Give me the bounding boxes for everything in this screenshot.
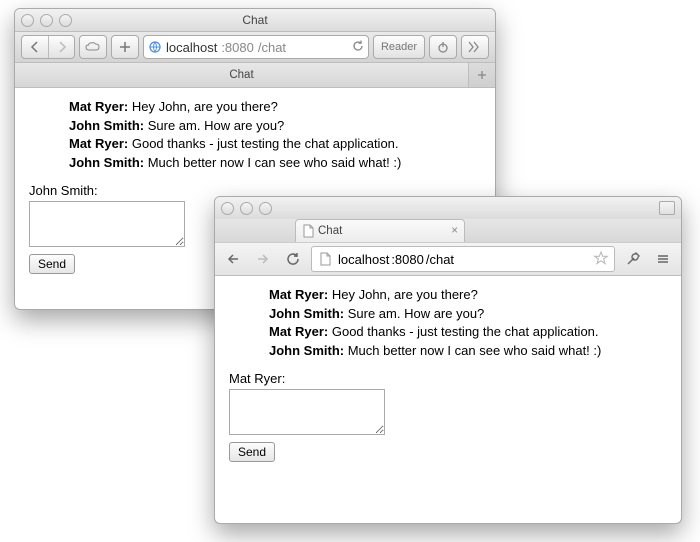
reload-button[interactable] xyxy=(281,247,305,271)
url-port: :8080 xyxy=(221,40,254,55)
message-text: Much better now I can see who said what!… xyxy=(344,343,601,358)
messages-list: Mat Ryer: Hey John, are you there? John … xyxy=(269,286,671,359)
traffic-lights xyxy=(21,14,72,27)
message-input[interactable] xyxy=(29,201,185,247)
message-item: Mat Ryer: Hey John, are you there? xyxy=(69,98,485,116)
message-text: Hey John, are you there? xyxy=(128,99,278,114)
message-text: Good thanks - just testing the chat appl… xyxy=(128,136,398,151)
composer-name: Mat Ryer: xyxy=(229,371,671,386)
chevrons-icon xyxy=(462,36,488,58)
file-icon xyxy=(318,252,332,266)
message-author: John Smith: xyxy=(69,118,144,133)
chrome-toolbar: localhost:8080/chat xyxy=(215,242,681,276)
message-item: John Smith: Much better now I can see wh… xyxy=(69,154,485,172)
safari-toolbar: localhost :8080/chat Reader xyxy=(15,32,495,63)
url-host: localhost xyxy=(338,252,389,267)
safari-tabbar: Chat xyxy=(15,63,495,88)
safari-tab-label: Chat xyxy=(229,69,253,81)
close-tab-icon[interactable]: × xyxy=(443,225,458,237)
url-field[interactable]: localhost:8080/chat xyxy=(311,246,615,272)
new-tab-button[interactable] xyxy=(469,63,495,87)
message-author: John Smith: xyxy=(269,306,344,321)
chrome-window: Chat × localhost:8080/chat Mat Ryer: Hey… xyxy=(214,196,682,524)
message-input[interactable] xyxy=(229,389,385,435)
chrome-content: Mat Ryer: Hey John, are you there? John … xyxy=(215,276,681,472)
wrench-icon[interactable] xyxy=(621,247,645,271)
message-author: Mat Ryer: xyxy=(69,136,128,151)
globe-icon xyxy=(148,40,162,54)
add-button[interactable] xyxy=(111,35,139,59)
reader-button[interactable]: Reader xyxy=(373,35,425,59)
bookmark-star-icon[interactable] xyxy=(594,251,608,268)
zoom-dot[interactable] xyxy=(59,14,72,27)
message-item: Mat Ryer: Good thanks - just testing the… xyxy=(269,323,671,341)
url-field[interactable]: localhost :8080/chat xyxy=(143,35,369,59)
minimize-dot[interactable] xyxy=(240,202,253,215)
url-port: :8080 xyxy=(391,252,424,267)
message-author: Mat Ryer: xyxy=(269,324,328,339)
minimize-dot[interactable] xyxy=(40,14,53,27)
message-text: Sure am. How are you? xyxy=(344,306,484,321)
send-button[interactable]: Send xyxy=(229,442,275,462)
forward-button[interactable] xyxy=(48,36,74,58)
file-icon xyxy=(301,224,315,238)
message-text: Much better now I can see who said what!… xyxy=(144,155,401,170)
send-button[interactable]: Send xyxy=(29,254,75,274)
more-button[interactable] xyxy=(461,35,489,59)
safari-titlebar[interactable]: Chat xyxy=(15,9,495,32)
message-author: John Smith: xyxy=(69,155,144,170)
message-author: Mat Ryer: xyxy=(269,287,328,302)
chrome-tab-label: Chat xyxy=(318,225,342,237)
message-text: Good thanks - just testing the chat appl… xyxy=(328,324,598,339)
chrome-tab[interactable]: Chat × xyxy=(295,219,465,242)
message-text: Hey John, are you there? xyxy=(328,287,478,302)
messages-list: Mat Ryer: Hey John, are you there? John … xyxy=(69,98,485,171)
icloud-button[interactable] xyxy=(79,35,107,59)
message-item: Mat Ryer: Hey John, are you there? xyxy=(269,286,671,304)
message-item: John Smith: Sure am. How are you? xyxy=(69,117,485,135)
message-text: Sure am. How are you? xyxy=(144,118,284,133)
message-item: John Smith: Much better now I can see wh… xyxy=(269,342,671,360)
forward-button[interactable] xyxy=(251,247,275,271)
message-item: Mat Ryer: Good thanks - just testing the… xyxy=(69,135,485,153)
back-button[interactable] xyxy=(221,247,245,271)
back-button[interactable] xyxy=(22,36,48,58)
safari-tab[interactable]: Chat xyxy=(15,63,469,87)
close-dot[interactable] xyxy=(221,202,234,215)
power-icon xyxy=(430,36,456,58)
nav-buttons xyxy=(21,35,75,59)
message-item: John Smith: Sure am. How are you? xyxy=(269,305,671,323)
close-dot[interactable] xyxy=(21,14,34,27)
reload-icon[interactable] xyxy=(352,40,364,55)
url-host: localhost xyxy=(166,40,217,55)
menu-icon[interactable] xyxy=(651,247,675,271)
cloud-icon xyxy=(80,36,106,58)
chrome-titlebar[interactable]: Chat × xyxy=(215,197,681,219)
url-path: /chat xyxy=(258,40,286,55)
message-author: John Smith: xyxy=(269,343,344,358)
traffic-lights xyxy=(221,202,272,215)
composer: Mat Ryer: Send xyxy=(229,371,671,462)
maximize-box[interactable] xyxy=(659,201,675,215)
plus-icon xyxy=(112,36,138,58)
share-button[interactable] xyxy=(429,35,457,59)
zoom-dot[interactable] xyxy=(259,202,272,215)
window-title: Chat xyxy=(15,13,495,27)
message-author: Mat Ryer: xyxy=(69,99,128,114)
url-path: /chat xyxy=(426,252,454,267)
